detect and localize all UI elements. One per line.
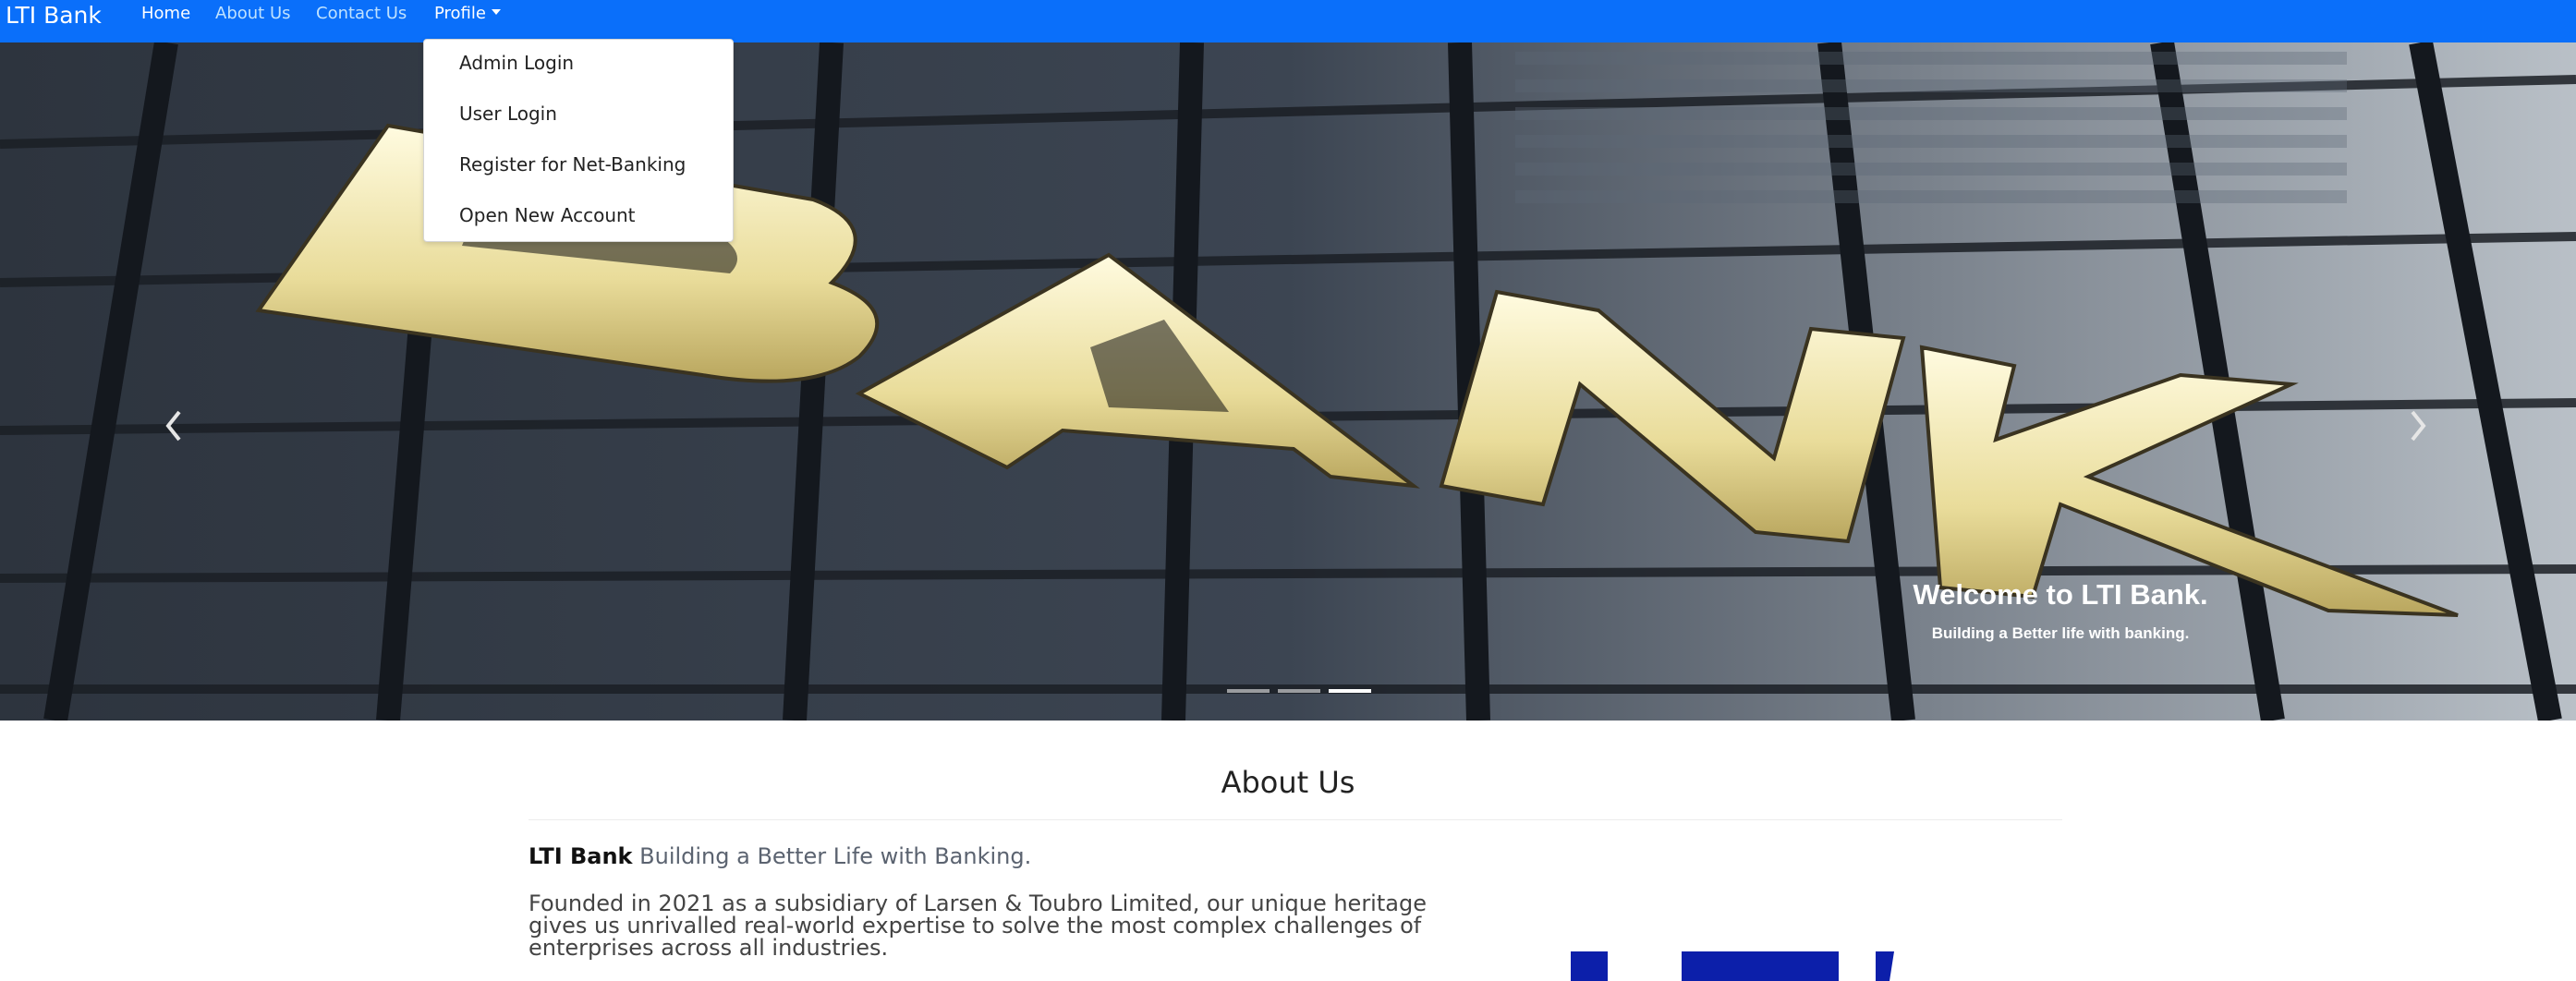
carousel-indicator-3[interactable] bbox=[1329, 689, 1371, 693]
about-lead: LTI Bank Building a Better Life with Ban… bbox=[529, 843, 1031, 869]
menu-register-net-banking[interactable]: Register for Net-Banking bbox=[459, 153, 686, 176]
hero-carousel: Welcome to LTI Bank. Building a Better l… bbox=[0, 42, 2576, 721]
profile-dropdown-menu: Admin Login User Login Register for Net-… bbox=[423, 39, 734, 242]
menu-admin-login[interactable]: Admin Login bbox=[459, 52, 574, 74]
caption-title: Welcome to LTI Bank. bbox=[1913, 578, 2208, 611]
carousel-prev-button[interactable] bbox=[148, 375, 203, 477]
carousel-indicator-1[interactable] bbox=[1227, 689, 1270, 693]
navbar: LTI Bank Home About Us Contact Us Profil… bbox=[0, 0, 2576, 42]
carousel-next-button[interactable] bbox=[2388, 375, 2444, 477]
about-heading: About Us bbox=[1221, 765, 1355, 800]
carousel-indicator-2[interactable] bbox=[1278, 689, 1320, 693]
nav-profile-label: Profile bbox=[434, 4, 486, 23]
carousel-caption: Welcome to LTI Bank. Building a Better l… bbox=[1820, 578, 2301, 643]
nav-profile-dropdown[interactable]: Profile bbox=[434, 0, 501, 30]
brand-logo[interactable]: LTI Bank bbox=[6, 0, 102, 33]
chevron-right-icon bbox=[2411, 410, 2426, 442]
caret-down-icon bbox=[491, 9, 501, 15]
about-paragraph: Founded in 2021 as a subsidiary of Larse… bbox=[529, 890, 1427, 961]
nav-contact-us[interactable]: Contact Us bbox=[316, 0, 407, 30]
about-lead-brand: LTI Bank bbox=[529, 843, 633, 869]
menu-user-login[interactable]: User Login bbox=[459, 103, 557, 125]
about-divider bbox=[529, 819, 2062, 820]
nav-about-us[interactable]: About Us bbox=[215, 0, 291, 30]
caption-subtitle: Building a Better life with banking. bbox=[1931, 624, 2190, 642]
lti-logo bbox=[1571, 951, 1894, 981]
menu-open-new-account[interactable]: Open New Account bbox=[459, 204, 636, 226]
about-lead-tagline: Building a Better Life with Banking. bbox=[632, 843, 1032, 869]
chevron-left-icon bbox=[165, 410, 181, 442]
nav-home[interactable]: Home bbox=[141, 0, 190, 30]
